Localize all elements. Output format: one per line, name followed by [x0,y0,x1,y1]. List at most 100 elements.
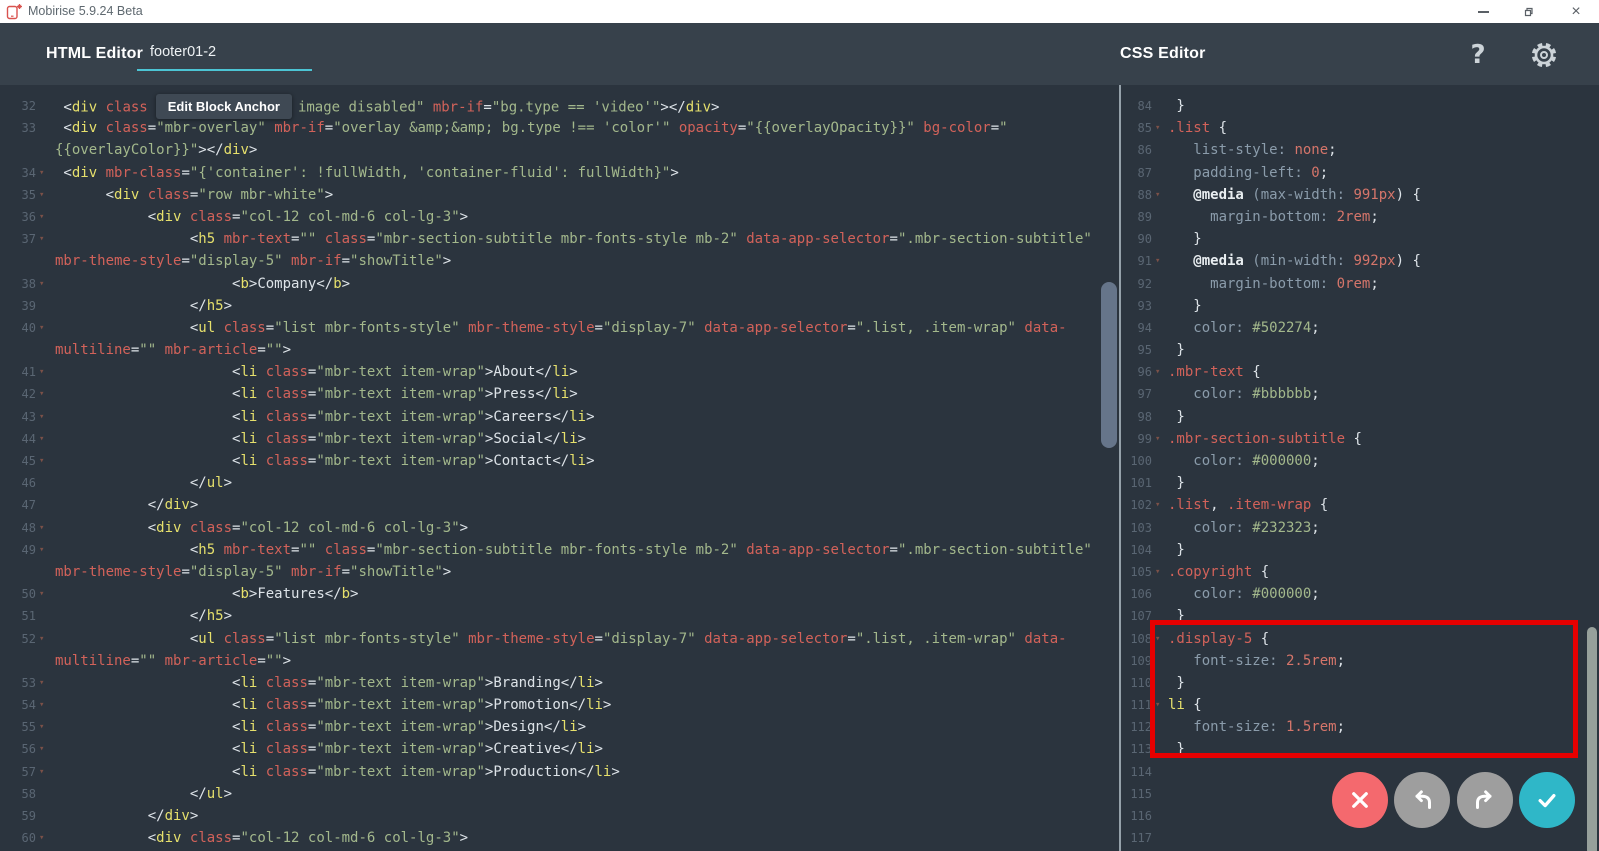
html-pane-scrollbar-thumb[interactable] [1101,282,1117,448]
fold-arrow-icon[interactable]: ▾ [1152,361,1168,383]
code-text: <h5 mbr-text="" class="mbr-section-subti… [55,228,1092,250]
block-name-input[interactable]: footer01-2 [137,33,312,71]
fold-arrow-icon[interactable] [36,650,55,672]
line-number: 104 [1126,539,1152,561]
mobirise-code-editor-window: Mobirise 5.9.24 Beta × HTML Editor foote… [0,0,1599,851]
fold-arrow-icon[interactable]: ▾ [36,317,55,339]
fold-arrow-icon[interactable] [36,339,55,361]
code-text: {{overlayColor}}"></div> [55,139,257,161]
settings-gear-icon[interactable] [1526,37,1562,73]
fold-arrow-icon[interactable] [36,250,55,272]
line-number: 45 [10,450,36,472]
fold-arrow-icon[interactable]: ▾ [1152,428,1168,450]
fold-arrow-icon[interactable]: ▾ [1152,628,1168,650]
fold-arrow-icon[interactable]: ▾ [36,162,55,184]
checkmark-icon [1532,785,1562,815]
fold-arrow-icon [1152,716,1168,738]
line-number: 101 [1126,472,1152,494]
code-line: 88▾ @media (max-width: 991px) { [1126,184,1599,206]
fold-arrow-icon[interactable]: ▾ [36,539,55,561]
fold-arrow-icon[interactable]: ▾ [36,228,55,250]
code-text: .display-5 { [1168,628,1269,650]
fold-arrow-icon[interactable]: ▾ [36,716,55,738]
fold-arrow-icon[interactable]: ▾ [36,273,55,295]
code-text: margin-bottom: 2rem; [1168,206,1379,228]
fold-arrow-icon [36,783,55,805]
fold-arrow-icon[interactable]: ▾ [36,761,55,783]
fold-arrow-icon[interactable]: ▾ [36,628,55,650]
fold-arrow-icon[interactable]: ▾ [36,184,55,206]
window-minimize-button[interactable] [1467,0,1499,23]
line-number: 52 [10,628,36,650]
fold-arrow-icon[interactable]: ▾ [36,517,55,539]
fold-arrow-icon[interactable]: ▾ [36,361,55,383]
redo-button[interactable] [1457,772,1513,828]
apply-button[interactable] [1519,772,1575,828]
code-line: 46 </ul> [10,472,1128,494]
code-text: <li class="mbr-text item-wrap">Productio… [55,761,620,783]
fold-arrow-icon[interactable]: ▾ [36,583,55,605]
fold-arrow-icon[interactable]: ▾ [36,383,55,405]
fold-arrow-icon [1152,472,1168,494]
code-line: 100 color: #000000; [1126,450,1599,472]
code-line: multiline="" mbr-article=""> [10,339,1128,361]
code-line: 38▾ <b>Company</b> [10,273,1128,295]
code-text: margin-bottom: 0rem; [1168,273,1379,295]
code-line: 96▾.mbr-text { [1126,361,1599,383]
line-number: 42 [10,383,36,405]
code-line: 60▾ <div class="col-12 col-md-6 col-lg-3… [10,827,1128,849]
line-number: 114 [1126,761,1152,783]
line-number: 37 [10,228,36,250]
line-number: 33 [10,117,36,139]
html-code-pane[interactable]: 32 <div classEdit Block Anchorimage disa… [0,85,1128,851]
fold-arrow-icon[interactable]: ▾ [36,738,55,760]
help-icon[interactable]: ? [1460,37,1496,73]
fold-arrow-icon[interactable]: ▾ [1152,117,1168,139]
fold-arrow-icon[interactable]: ▾ [1152,561,1168,583]
fold-arrow-icon [1152,761,1168,783]
fold-arrow-icon[interactable]: ▾ [36,406,55,428]
fold-arrow-icon[interactable]: ▾ [36,694,55,716]
fold-arrow-icon[interactable]: ▾ [36,672,55,694]
line-number: 49 [10,539,36,561]
mobirise-logo-icon [6,3,24,20]
window-restore-button[interactable] [1512,0,1544,23]
fold-arrow-icon[interactable]: ▾ [1152,694,1168,716]
code-text: <div class="col-12 col-md-6 col-lg-3"> [55,206,468,228]
code-text: <div class="col-12 col-md-6 col-lg-3"> [55,827,468,849]
fold-arrow-icon[interactable]: ▾ [1152,494,1168,516]
fold-arrow-icon[interactable]: ▾ [36,206,55,228]
line-number: 59 [10,805,36,827]
code-line: 55▾ <li class="mbr-text item-wrap">Desig… [10,716,1128,738]
line-number: 86 [1126,139,1152,161]
code-text: } [1168,406,1185,428]
fold-arrow-icon[interactable]: ▾ [36,428,55,450]
line-number: 93 [1126,295,1152,317]
fold-arrow-icon [36,472,55,494]
fold-arrow-icon[interactable]: ▾ [1152,250,1168,272]
css-code-pane[interactable]: 84 }85▾.list {86 list-style: none;87 pad… [1122,85,1599,851]
fold-arrow-icon[interactable]: ▾ [36,450,55,472]
code-text: <div class="mbr-overlay" mbr-if="overlay… [55,117,1008,139]
code-text: <ul class="list mbr-fonts-style" mbr-the… [55,317,1067,339]
css-pane-scrollbar-thumb[interactable] [1587,627,1597,851]
fold-arrow-icon[interactable] [36,561,55,583]
window-close-button[interactable]: × [1560,0,1592,23]
fold-arrow-icon[interactable]: ▾ [1152,184,1168,206]
line-number: 85 [1126,117,1152,139]
code-line: 41▾ <li class="mbr-text item-wrap">About… [10,361,1128,383]
code-line: 108▾.display-5 { [1126,628,1599,650]
line-number: 103 [1126,517,1152,539]
line-number: 92 [1126,273,1152,295]
fold-arrow-icon[interactable]: ▾ [36,827,55,849]
close-button[interactable] [1332,772,1388,828]
line-number: 105 [1126,561,1152,583]
line-number: 56 [10,738,36,760]
code-text: <b>Company</b> [55,273,350,295]
undo-button[interactable] [1394,772,1450,828]
code-line: {{overlayColor}}"></div> [10,139,1128,161]
fold-arrow-icon [1152,406,1168,428]
code-text: font-size: 1.5rem; [1168,716,1345,738]
line-number: 106 [1126,583,1152,605]
line-number: 32 [10,95,36,117]
